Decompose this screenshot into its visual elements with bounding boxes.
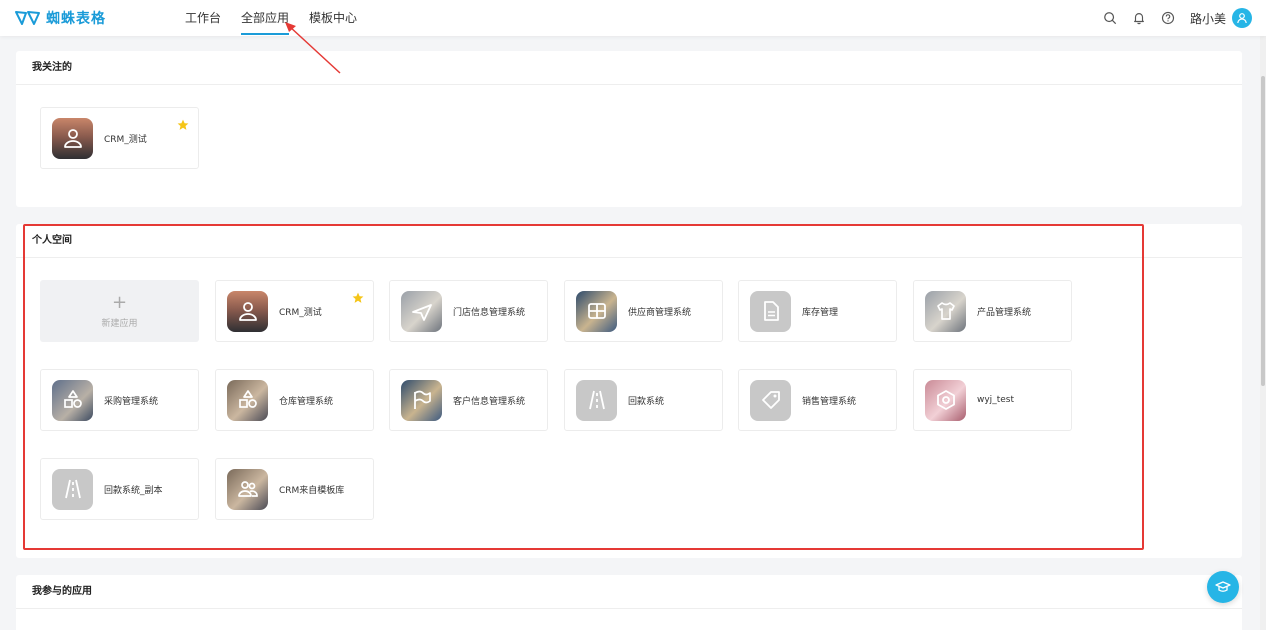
road-icon — [576, 379, 617, 421]
app-card-crm-template[interactable]: CRM来自模板库 — [215, 458, 374, 520]
app-card-payment[interactable]: 回款系统 — [564, 369, 723, 431]
tag-icon — [750, 379, 791, 421]
app-card-sales[interactable]: 销售管理系统 — [738, 369, 897, 431]
app-card-supplier[interactable]: 供应商管理系统 — [564, 280, 723, 342]
app-card-purchase[interactable]: 采购管理系统 — [40, 369, 199, 431]
app-name: 销售管理系统 — [802, 396, 857, 407]
app-card-crm-test[interactable]: CRM_测试 — [215, 280, 374, 342]
bell-icon[interactable] — [1131, 10, 1147, 26]
app-card-payment-copy[interactable]: 回款系统_副本 — [40, 458, 199, 520]
tab-all-apps[interactable]: 全部应用 — [241, 0, 290, 36]
app-name: 回款系统 — [628, 396, 665, 407]
app-name: 客户信息管理系统 — [453, 396, 526, 407]
users-icon — [227, 468, 268, 510]
app-name: 仓库管理系统 — [279, 396, 334, 407]
search-icon[interactable] — [1102, 10, 1118, 26]
spider-logo-icon — [14, 9, 42, 27]
favorites-section: 我关注的 CRM_测试 — [16, 51, 1242, 207]
app-card-crm-test-favorite[interactable]: CRM_测试 — [40, 107, 199, 169]
page-scrollbar[interactable] — [1260, 36, 1266, 630]
app-card-inventory[interactable]: 库存管理 — [738, 280, 897, 342]
main-nav: 工作台 全部应用 模板中心 — [185, 0, 377, 36]
user-icon — [52, 117, 93, 159]
scrollbar-thumb[interactable] — [1261, 76, 1265, 386]
star-icon[interactable] — [177, 119, 189, 131]
user-icon — [227, 290, 268, 332]
app-card-product[interactable]: 产品管理系统 — [913, 280, 1072, 342]
user-name[interactable]: 路小美 — [1190, 10, 1226, 27]
app-name: 回款系统_副本 — [104, 485, 163, 496]
new-app-label: 新建应用 — [101, 318, 138, 329]
hexagon-icon — [925, 379, 966, 421]
flag-icon — [401, 379, 442, 421]
section-title-favorites: 我关注的 — [16, 51, 1242, 85]
app-name: CRM_测试 — [104, 134, 147, 145]
star-icon[interactable] — [352, 292, 364, 304]
shapes-icon — [227, 379, 268, 421]
brand-logo[interactable]: 蜘蛛表格 — [14, 8, 106, 28]
avatar[interactable] — [1232, 8, 1252, 28]
grid-icon — [576, 290, 617, 332]
app-card-wyj-test[interactable]: wyj_test — [913, 369, 1072, 431]
road-icon — [52, 468, 93, 510]
app-card-warehouse[interactable]: 仓库管理系统 — [215, 369, 374, 431]
new-app-button[interactable]: + 新建应用 — [40, 280, 199, 342]
joined-apps-section: 我参与的应用 — [16, 575, 1242, 630]
shirt-icon — [925, 290, 966, 332]
shapes-icon — [52, 379, 93, 421]
app-name: CRM_测试 — [279, 307, 322, 318]
personal-space-section: 个人空间 + 新建应用 CRM_测试 门店信息管理系统 供应商管理系统 库存管理… — [16, 224, 1242, 558]
app-card-store-info[interactable]: 门店信息管理系统 — [389, 280, 548, 342]
brand-name: 蜘蛛表格 — [46, 11, 106, 27]
tab-workbench[interactable]: 工作台 — [185, 0, 221, 36]
graduation-cap-icon — [1215, 581, 1231, 592]
user-avatar-icon — [1237, 13, 1247, 24]
app-name: 库存管理 — [802, 307, 839, 318]
plus-icon: + — [111, 291, 128, 313]
top-right-tools: 路小美 — [1089, 0, 1252, 36]
app-card-customer-info[interactable]: 客户信息管理系统 — [389, 369, 548, 431]
app-name: 供应商管理系统 — [628, 307, 692, 318]
document-icon — [750, 290, 791, 332]
app-name: 门店信息管理系统 — [453, 307, 526, 318]
app-name: CRM来自模板库 — [279, 485, 345, 496]
app-name: wyj_test — [977, 395, 1014, 405]
plane-icon — [401, 290, 442, 332]
app-name: 采购管理系统 — [104, 396, 159, 407]
help-icon[interactable] — [1160, 10, 1176, 26]
app-name: 产品管理系统 — [977, 307, 1032, 318]
section-title-joined: 我参与的应用 — [16, 575, 1242, 609]
section-title-personal: 个人空间 — [16, 224, 1242, 258]
top-bar: 蜘蛛表格 工作台 全部应用 模板中心 路小美 — [0, 0, 1266, 36]
help-center-button[interactable] — [1207, 571, 1239, 603]
tab-template-center[interactable]: 模板中心 — [309, 0, 357, 36]
